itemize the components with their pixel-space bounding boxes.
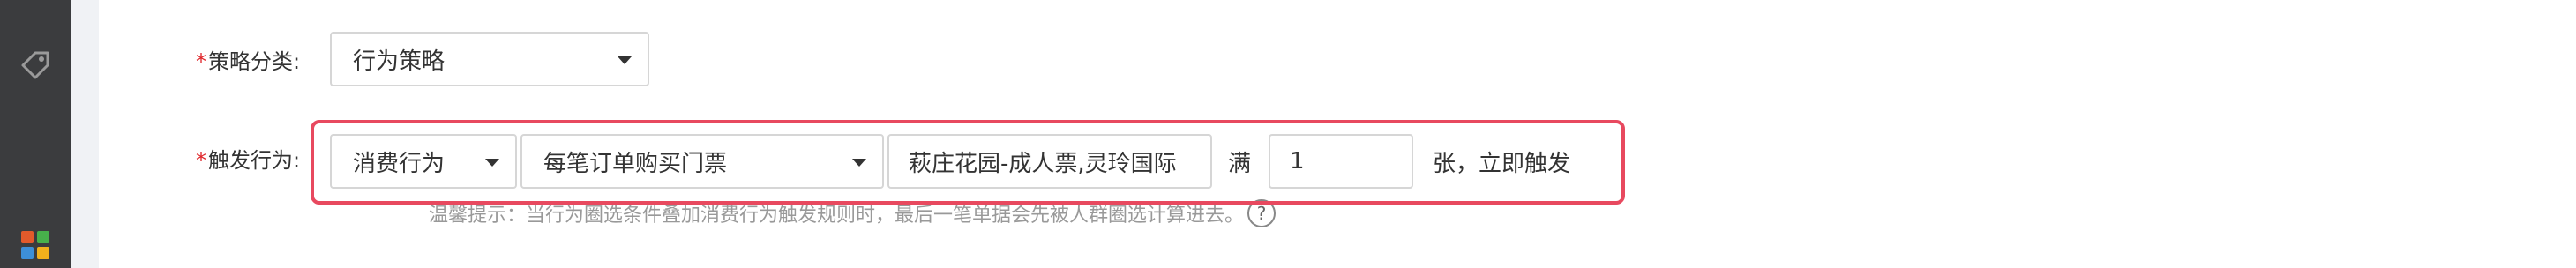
category-select[interactable]: 行为策略 <box>330 32 649 86</box>
sidebar <box>0 0 71 268</box>
category-select-value: 行为策略 <box>353 48 446 75</box>
trigger-label: *触发行为: <box>196 148 301 173</box>
required-mark: * <box>196 49 206 74</box>
category-label: *策略分类: <box>196 49 301 74</box>
app-root: *策略分类: 行为策略 *触发行为: 消费行为 每笔订单购买门票 萩庄花园-成人… <box>0 0 2576 268</box>
tag-icon[interactable] <box>16 46 55 85</box>
highlight-box <box>311 120 1625 205</box>
required-mark: * <box>196 148 206 173</box>
chevron-down-icon <box>618 56 632 64</box>
apps-icon[interactable] <box>19 229 51 261</box>
